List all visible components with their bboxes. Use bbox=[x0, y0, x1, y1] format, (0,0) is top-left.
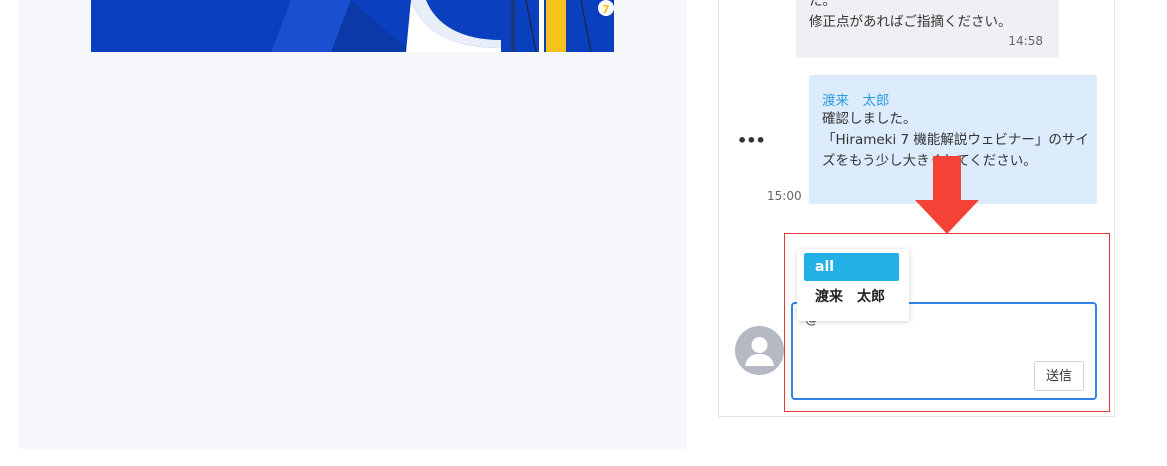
self-message-bubble: た。 修正点があればご指摘ください。 14:58 bbox=[796, 0, 1059, 58]
more-options-icon[interactable]: ••• bbox=[737, 131, 766, 150]
message-sender-name[interactable]: 渡来 太郎 bbox=[822, 89, 890, 109]
annotation-highlight-box bbox=[784, 233, 1110, 412]
svg-text:7: 7 bbox=[602, 3, 610, 16]
annotation-arrow-icon bbox=[915, 156, 979, 234]
self-message-text: た。 修正点があればご指摘ください。 bbox=[809, 0, 1012, 30]
person-icon bbox=[745, 337, 774, 366]
banner-image: 7 bbox=[91, 0, 614, 52]
user-avatar bbox=[735, 326, 784, 375]
content-pane: 7 bbox=[19, 0, 687, 449]
self-message-time: 14:58 bbox=[1008, 34, 1043, 48]
other-message-time: 15:00 bbox=[767, 189, 802, 203]
